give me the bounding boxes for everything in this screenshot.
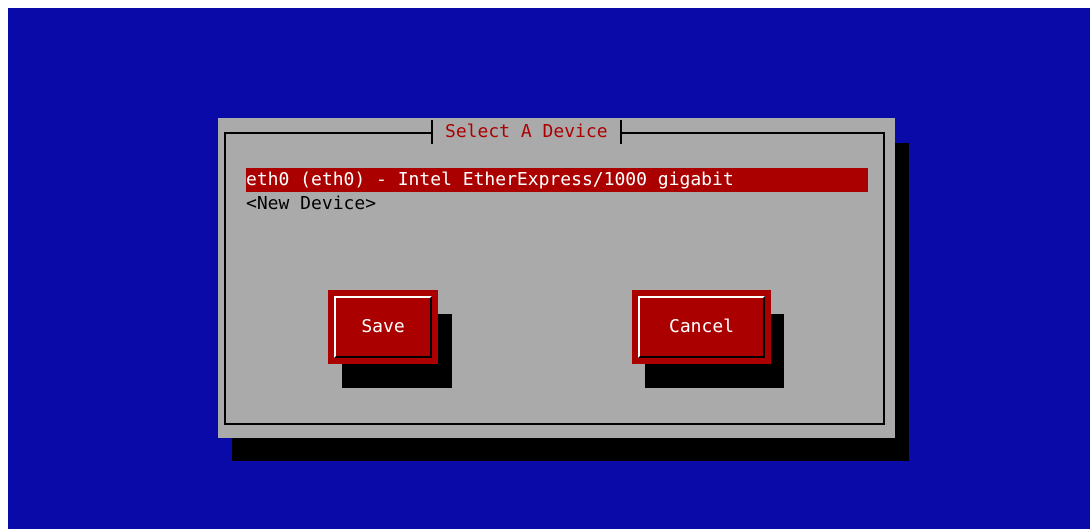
select-device-dialog: Select A Device eth0 (eth0) - Intel Ethe… bbox=[218, 118, 895, 438]
save-button-label: Save bbox=[361, 316, 405, 337]
save-button-frame: Save bbox=[334, 296, 432, 358]
device-item-eth0[interactable]: eth0 (eth0) - Intel EtherExpress/1000 gi… bbox=[246, 168, 868, 192]
device-list[interactable]: eth0 (eth0) - Intel EtherExpress/1000 gi… bbox=[246, 168, 868, 216]
save-button[interactable]: Save bbox=[328, 290, 438, 364]
cancel-button-label: Cancel bbox=[668, 316, 735, 337]
terminal-screen: Select A Device eth0 (eth0) - Intel Ethe… bbox=[8, 8, 1090, 529]
dialog-title-bar: Select A Device bbox=[431, 120, 622, 144]
cancel-button-frame: Cancel bbox=[638, 296, 765, 358]
dialog-title: Select A Device bbox=[445, 121, 608, 142]
device-item-new-device[interactable]: <New Device> bbox=[246, 192, 866, 216]
cancel-button[interactable]: Cancel bbox=[632, 290, 771, 364]
